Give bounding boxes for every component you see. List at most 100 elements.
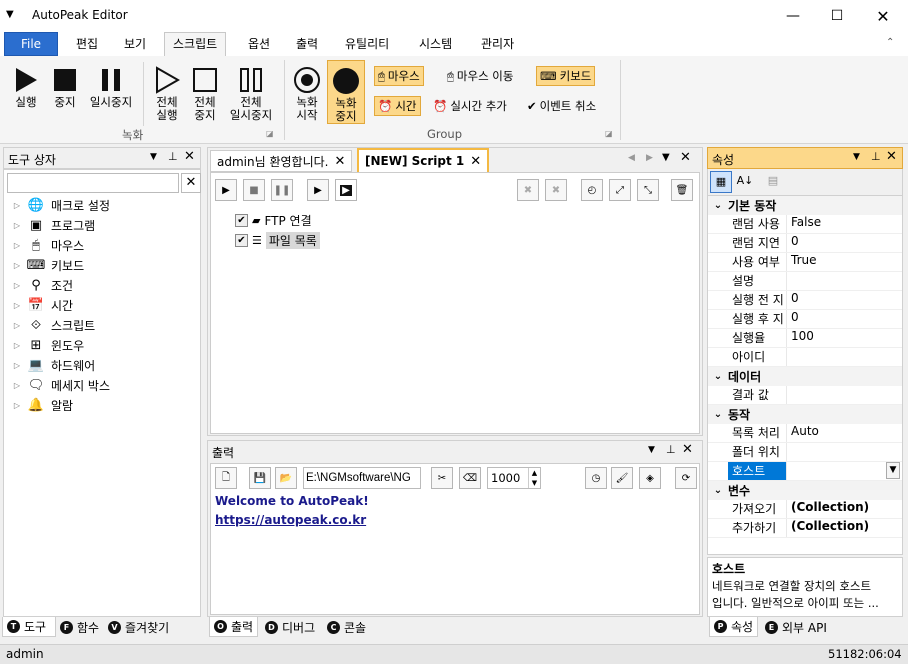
toolbox-search-input[interactable] bbox=[7, 173, 179, 193]
tab-list-icon[interactable]: ▼ bbox=[662, 152, 670, 163]
expand-arrow-icon[interactable]: ▷ bbox=[8, 381, 26, 390]
tab-console[interactable]: C 콘솔 bbox=[323, 617, 370, 637]
property-value[interactable]: 0 bbox=[786, 234, 902, 252]
property-value[interactable]: 100 bbox=[786, 329, 902, 347]
stepper-arrows-icon[interactable]: ▲ ▼ bbox=[528, 468, 540, 488]
script-item[interactable]: ✔ ☰ 파일 목록 bbox=[235, 231, 320, 249]
menu-script[interactable]: 스크립트 bbox=[164, 32, 227, 56]
tab-properties[interactable]: P 속성 bbox=[709, 617, 759, 637]
property-category[interactable]: ⌄ 데이터 bbox=[708, 367, 902, 386]
panel-menu-icon[interactable]: ▼ bbox=[648, 445, 655, 455]
delete-item-button[interactable]: ✖ bbox=[517, 179, 539, 201]
tab-favorites[interactable]: V 즐겨찾기 bbox=[104, 617, 173, 637]
property-row[interactable]: 실행율 100 bbox=[708, 329, 902, 348]
tab-scroll-right-icon[interactable]: ▶ bbox=[646, 153, 653, 163]
property-row[interactable]: 설명 bbox=[708, 272, 902, 291]
property-row[interactable]: 목록 처리 Auto bbox=[708, 424, 902, 443]
expand-arrow-icon[interactable]: ▷ bbox=[8, 361, 26, 370]
log-path-input[interactable] bbox=[303, 467, 421, 489]
maximize-button[interactable]: ☐ bbox=[814, 0, 860, 32]
collapse-icon[interactable]: ⌄ bbox=[708, 409, 728, 420]
menu-output[interactable]: 출력 bbox=[296, 35, 318, 56]
tab-debug[interactable]: D 디버그 bbox=[261, 617, 319, 637]
doc-close-icon[interactable]: ✕ bbox=[680, 150, 691, 165]
event-cancel-toggle[interactable]: ✔ 이벤트 취소 bbox=[524, 96, 599, 116]
menu-utility[interactable]: 유틸리티 bbox=[345, 35, 389, 56]
clean-button[interactable]: ✂ bbox=[431, 467, 453, 489]
property-row[interactable]: 추가하기 (Collection) bbox=[708, 519, 902, 538]
expand-arrow-icon[interactable]: ▷ bbox=[8, 241, 26, 250]
run-script-button[interactable]: ▶ bbox=[215, 179, 237, 201]
expand-arrow-icon[interactable]: ▷ bbox=[8, 221, 26, 230]
tab-tools[interactable]: T 도구 bbox=[2, 617, 56, 637]
group-expand-icon[interactable]: ◪ bbox=[266, 129, 274, 138]
group-expand-icon[interactable]: ◪ bbox=[605, 129, 613, 138]
tab-script-1[interactable]: [NEW] Script 1 ✕ bbox=[357, 148, 490, 172]
stop-script-button[interactable]: ■ bbox=[243, 179, 265, 201]
run-from-button[interactable]: ▶ bbox=[335, 179, 357, 201]
collapse-icon[interactable]: ⌄ bbox=[708, 371, 728, 382]
close-tab-icon[interactable]: ✕ bbox=[334, 154, 345, 169]
property-row[interactable]: 아이디 bbox=[708, 348, 902, 367]
clear-search-button[interactable]: ✕ bbox=[181, 173, 201, 193]
property-value[interactable]: 0 bbox=[786, 291, 902, 309]
panel-close-icon[interactable]: ✕ bbox=[682, 442, 693, 457]
pause-all-button[interactable]: 전체 일시중지 bbox=[226, 64, 276, 122]
property-value[interactable] bbox=[786, 462, 902, 480]
toolbox-item[interactable]: ▷ ⟐ 스크립트 bbox=[8, 315, 198, 335]
panel-close-icon[interactable]: ✕ bbox=[886, 149, 897, 164]
property-row[interactable]: 결과 값 bbox=[708, 386, 902, 405]
close-tab-icon[interactable]: ✕ bbox=[470, 154, 481, 169]
property-row[interactable]: 가져오기 (Collection) bbox=[708, 500, 902, 519]
property-category[interactable]: ⌄ 기본 동작 bbox=[708, 196, 902, 215]
file-menu[interactable]: File bbox=[4, 32, 58, 56]
stop-all-button[interactable]: 전체 중지 bbox=[188, 64, 222, 122]
timer-button[interactable]: ◴ bbox=[581, 179, 603, 201]
line-count-stepper[interactable]: 1000 ▲ ▼ bbox=[487, 467, 541, 489]
toolbox-item[interactable]: ▷ 🗨 메세지 박스 bbox=[8, 375, 198, 395]
tab-scroll-left-icon[interactable]: ◀ bbox=[628, 153, 635, 163]
pause-script-button[interactable]: ❚❚ bbox=[271, 179, 293, 201]
open-folder-button[interactable]: 📂 bbox=[275, 467, 297, 489]
categorized-view-button[interactable]: ▦ bbox=[710, 171, 732, 193]
property-row[interactable]: 호스트 ▼ bbox=[708, 462, 902, 481]
pin-icon[interactable]: ⊥ bbox=[666, 443, 676, 456]
toolbox-item[interactable]: ▷ 🖱 마우스 bbox=[8, 235, 198, 255]
property-row[interactable]: 실행 전 지0 bbox=[708, 291, 902, 310]
brush-button[interactable]: 🖌 bbox=[611, 467, 633, 489]
mouse-record-toggle[interactable]: 🖱 마우스 bbox=[374, 66, 424, 86]
run-all-button[interactable]: 전체 실행 bbox=[150, 64, 184, 122]
record-start-button[interactable]: 녹화 시작 bbox=[290, 64, 324, 122]
tab-output[interactable]: O 출력 bbox=[209, 617, 259, 637]
close-button[interactable]: ✕ bbox=[860, 0, 906, 32]
menu-view[interactable]: 보기 bbox=[124, 35, 146, 56]
fill-button[interactable]: ◈ bbox=[639, 467, 661, 489]
panel-menu-icon[interactable]: ▼ bbox=[853, 152, 860, 162]
pin-icon[interactable]: ⊥ bbox=[168, 150, 178, 163]
dropdown-arrow-icon[interactable]: ▼ bbox=[886, 462, 900, 479]
save-log-button[interactable]: 💾 bbox=[249, 467, 271, 489]
property-value[interactable]: (Collection) bbox=[786, 500, 902, 518]
tab-welcome[interactable]: admin님 환영합니다. ✕ bbox=[210, 150, 353, 172]
property-category[interactable]: ⌄ 동작 bbox=[708, 405, 902, 424]
property-value[interactable]: (Collection) bbox=[786, 519, 902, 537]
property-row[interactable]: 랜덤 사용 False bbox=[708, 215, 902, 234]
record-stop-button[interactable]: 녹화 중지 bbox=[327, 60, 365, 124]
run-button[interactable]: 실행 bbox=[8, 64, 44, 109]
property-value[interactable]: Auto bbox=[786, 424, 902, 442]
time-stamp-button[interactable]: ◷ bbox=[585, 467, 607, 489]
property-pages-button[interactable]: ▤ bbox=[762, 171, 784, 193]
keyboard-record-toggle[interactable]: ⌨ 키보드 bbox=[536, 66, 596, 86]
property-category[interactable]: ⌄ 변수 bbox=[708, 481, 902, 500]
expand-arrow-icon[interactable]: ▷ bbox=[8, 401, 26, 410]
property-row[interactable]: 랜덤 지연 0 bbox=[708, 234, 902, 253]
property-value[interactable]: 0 bbox=[786, 310, 902, 328]
collapse-icon[interactable]: ⌄ bbox=[708, 200, 728, 211]
property-row[interactable]: 실행 후 지0 bbox=[708, 310, 902, 329]
refresh-button[interactable]: ⟳ bbox=[675, 467, 697, 489]
realtime-add-toggle[interactable]: ⏰ 실시간 추가 bbox=[430, 96, 510, 116]
new-log-button[interactable]: 🗋 bbox=[215, 467, 237, 489]
mouse-move-toggle[interactable]: 🖱 마우스 이동 bbox=[444, 66, 516, 86]
property-row[interactable]: 폴더 위치 bbox=[708, 443, 902, 462]
property-value[interactable] bbox=[786, 443, 902, 461]
